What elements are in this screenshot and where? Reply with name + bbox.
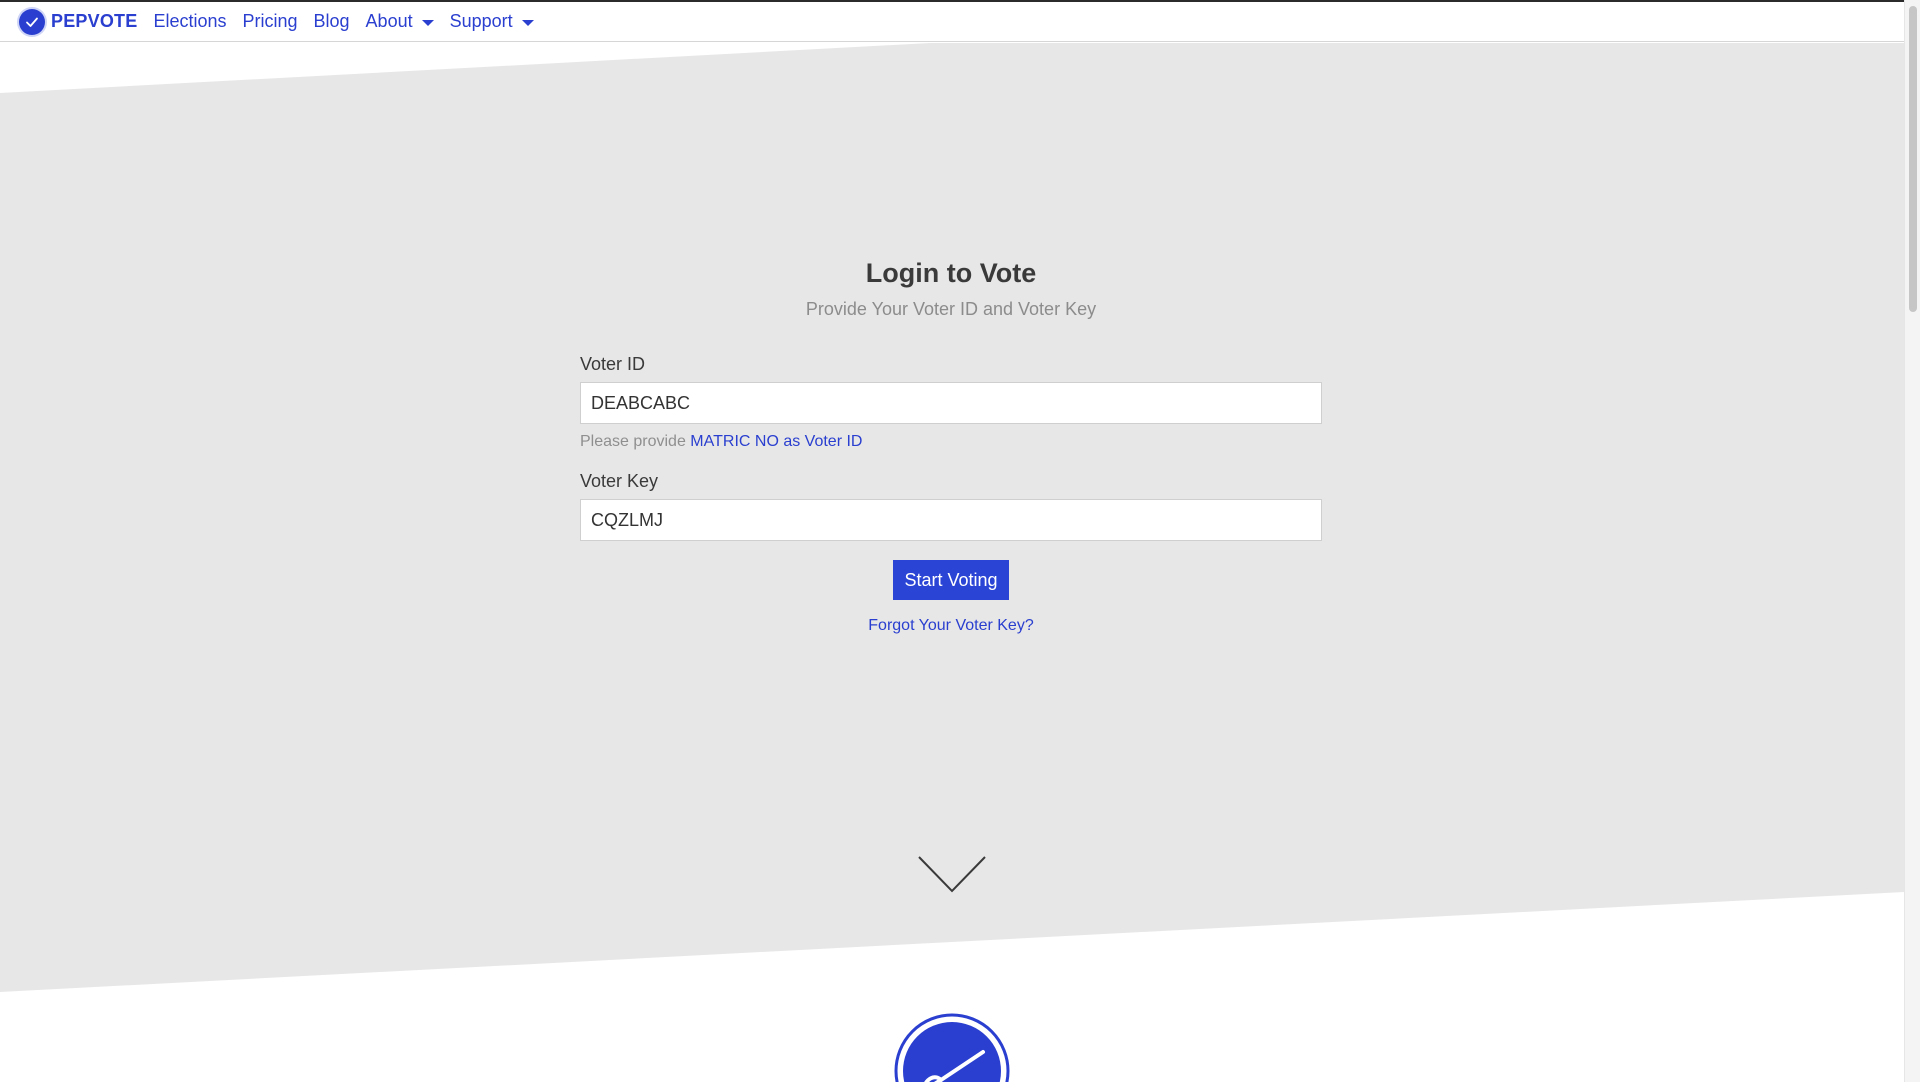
forgot-voter-key-link[interactable]: Forgot Your Voter Key? xyxy=(580,617,1322,635)
voter-id-help-text: Please provide xyxy=(580,433,686,450)
voter-id-input[interactable] xyxy=(580,382,1322,424)
nav-about-label: About xyxy=(365,11,413,31)
nav-blog[interactable]: Blog xyxy=(314,11,350,32)
nav-blog-label: Blog xyxy=(313,11,350,31)
viewport: PEPVOTE Elections Pricing Blog About Sup… xyxy=(0,0,1904,1082)
voter-key-label: Voter Key xyxy=(580,471,659,491)
nav-elections-label: Elections xyxy=(153,11,227,31)
navbar: PEPVOTE Elections Pricing Blog About Sup… xyxy=(0,2,1904,42)
scrollbar-thumb[interactable] xyxy=(1909,6,1917,312)
voter-id-help: Please provide MATRIC NO as Voter ID xyxy=(580,433,1322,451)
matric-no-link[interactable]: MATRIC NO as Voter ID xyxy=(690,433,862,450)
window-top-border xyxy=(0,0,1920,2)
login-form: Login to Vote Provide Your Voter ID and … xyxy=(580,258,1322,635)
brand-name: PEPVOTE xyxy=(51,11,138,31)
caret-down-icon xyxy=(521,19,534,26)
nav-about-dropdown[interactable]: About xyxy=(366,11,434,32)
caret-down-icon xyxy=(421,19,434,26)
nav-support-label: Support xyxy=(449,11,513,31)
nav-support-dropdown[interactable]: Support xyxy=(450,11,534,32)
checkmark-logo-icon xyxy=(894,1013,1010,1082)
nav-pricing[interactable]: Pricing xyxy=(242,11,297,32)
page-scrollbar[interactable] xyxy=(1904,0,1920,1082)
voter-key-input[interactable] xyxy=(580,499,1322,541)
chevron-down-icon[interactable] xyxy=(917,855,987,897)
page-subtitle: Provide Your Voter ID and Voter Key xyxy=(805,299,1097,319)
brand[interactable]: PEPVOTE xyxy=(19,8,138,35)
nav-pricing-label: Pricing xyxy=(242,11,298,31)
voter-id-label: Voter ID xyxy=(580,354,646,374)
page-title: Login to Vote xyxy=(865,258,1037,288)
checkmark-logo-icon xyxy=(19,8,45,35)
nav-elections[interactable]: Elections xyxy=(153,11,226,32)
start-voting-button[interactable]: Start Voting xyxy=(893,560,1009,600)
